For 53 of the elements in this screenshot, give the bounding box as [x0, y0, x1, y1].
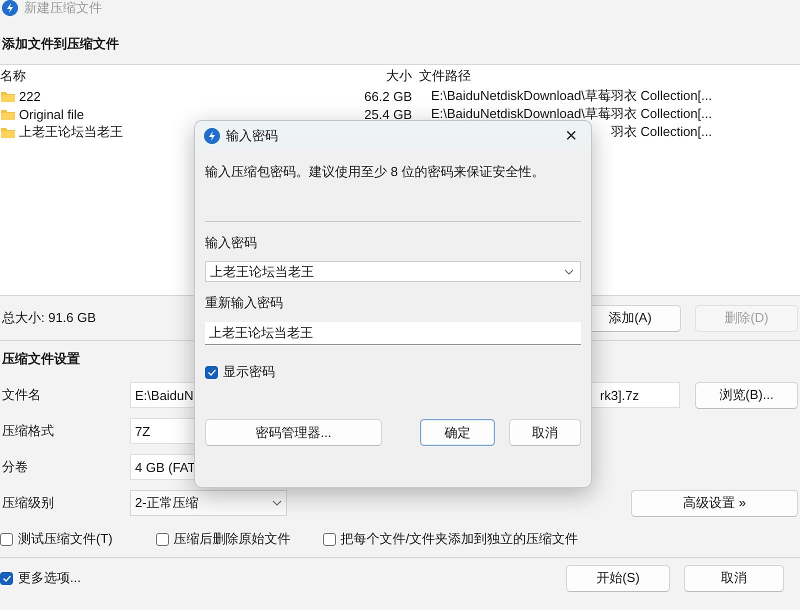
dropdown[interactable]: 2-正常压缩 — [130, 490, 287, 516]
chevron-icon — [564, 268, 574, 274]
dialog-message: 输入压缩包密码。建议使用至少 8 位的密码来保证安全性。 — [205, 164, 544, 179]
setting-label: 分卷 — [2, 459, 28, 474]
column-header[interactable]: 大小 — [330, 67, 412, 85]
dialog-title: 输入密码 — [226, 127, 279, 145]
checkbox-label: 显示密码 — [223, 363, 275, 381]
file-name[interactable]: 上老王论坛当老王 — [19, 123, 123, 141]
checkbox[interactable] — [0, 532, 13, 546]
dialog-button[interactable]: 取消 — [508, 419, 581, 446]
column-header[interactable]: 名称 — [0, 67, 330, 85]
dialog-button[interactable]: 密码管理器... — [205, 419, 382, 446]
checkbox-label: 测试压缩文件(T) — [18, 530, 113, 548]
check-icon — [206, 368, 216, 376]
file-name[interactable]: 222 — [19, 88, 41, 104]
setting-label: 压缩格式 — [2, 423, 54, 438]
total-size: 总大小: 91.6 GB — [2, 309, 96, 327]
chevron-icon — [272, 500, 282, 506]
app-icon — [2, 0, 18, 16]
file-path: E:\BaiduNetdiskDownload\草莓羽衣 Collection[... — [430, 106, 712, 121]
checkbox[interactable] — [0, 572, 13, 584]
folder-icon — [0, 125, 16, 139]
password-combo[interactable]: 上老王论坛当老王 — [205, 261, 581, 282]
check-icon — [2, 574, 12, 582]
column-header[interactable]: 文件路径 — [412, 67, 712, 85]
setting-label: 压缩级别 — [2, 495, 54, 510]
folder-icon — [0, 89, 16, 103]
section-title: 添加文件到压缩文件 — [2, 35, 119, 53]
folder-icon — [0, 107, 16, 121]
window-title: 新建压缩文件 — [24, 0, 102, 16]
checkbox[interactable] — [322, 532, 336, 546]
section-title: 压缩文件设置 — [2, 350, 80, 368]
file-path: 羽衣 Collection[... — [610, 124, 712, 139]
checkbox-label: 压缩后删除原始文件 — [174, 530, 291, 548]
app-icon — [204, 128, 220, 144]
action-button[interactable]: 取消 — [684, 564, 784, 592]
dialog-button[interactable]: 确定 — [420, 419, 495, 446]
file-size: 25.4 GB — [364, 106, 412, 122]
checkbox[interactable] — [205, 366, 218, 378]
checkbox-label: 把每个文件/文件夹添加到独立的压缩文件 — [340, 530, 578, 548]
field-label: 重新输入密码 — [205, 295, 283, 310]
file-path: E:\BaiduNetdiskDownload\草莓羽衣 Collection[... — [430, 88, 712, 103]
file-size: 66.2 GB — [364, 88, 412, 104]
checkbox[interactable] — [156, 532, 169, 546]
setting-label: 文件名 — [2, 387, 41, 402]
file-name[interactable]: Original file — [19, 106, 84, 122]
field-label: 输入密码 — [205, 235, 257, 250]
setting-button[interactable]: 高级设置 » — [631, 490, 798, 516]
checkbox-label: 更多选项... — [18, 569, 81, 587]
setting-button[interactable]: 浏览(B)... — [695, 382, 798, 408]
close-icon[interactable]: × — [559, 126, 583, 146]
password-input[interactable]: 上老王论坛当老王 — [205, 322, 581, 345]
action-button[interactable]: 开始(S) — [566, 564, 670, 592]
